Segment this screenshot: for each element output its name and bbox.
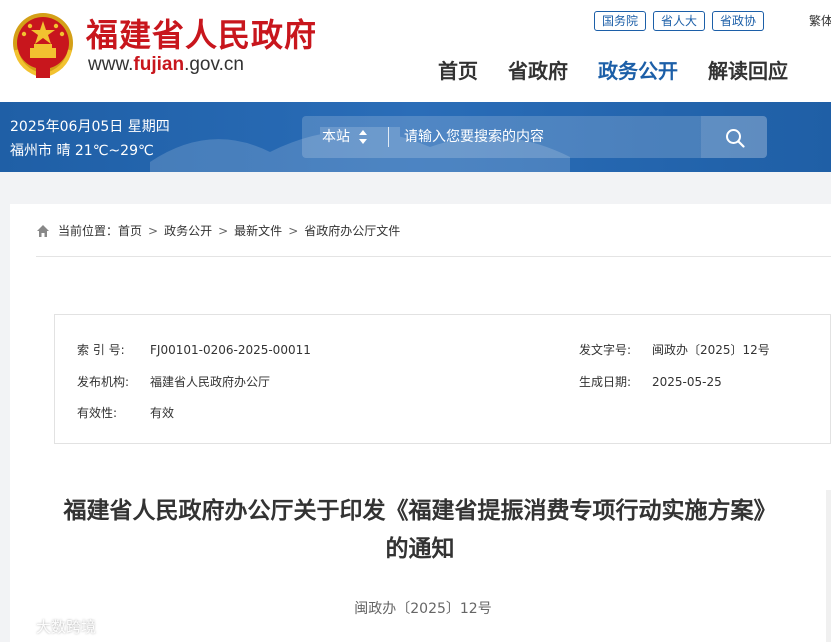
search-scope-select[interactable]: 本站 — [322, 116, 350, 158]
search-button[interactable] — [701, 116, 767, 158]
breadcrumb-chevron-icon: > — [148, 223, 159, 238]
meta-index-value: FJ00101-0206-2025-00011 — [150, 343, 311, 357]
traditional-chinese-toggle[interactable]: 繁体 — [809, 12, 831, 29]
meta-validity-value: 有效 — [150, 406, 175, 420]
nav-government-affairs[interactable]: 政务公开 — [598, 55, 678, 84]
meta-index-row: 索 引 号: FJ00101-0206-2025-00011 — [77, 341, 311, 358]
search-band: 2025年06月05日 星期四 福州市 晴 21℃~29℃ 本站 请输入您要搜索… — [0, 102, 831, 172]
watermark-text: 大数跨境 — [36, 618, 97, 636]
breadcrumb-chevron-icon: > — [218, 223, 229, 238]
url-suffix: .gov.cn — [184, 54, 244, 75]
home-icon — [37, 224, 49, 237]
meta-date-row: 生成日期: 2025-05-25 — [579, 373, 722, 390]
meta-doc-no-row: 发文字号: 闽政办〔2025〕12号 — [579, 341, 770, 358]
breadcrumb: 当前位置： 首页 > 政务公开 > 最新文件 > 省政府办公厅文件 — [36, 222, 400, 239]
nav-home[interactable]: 首页 — [438, 55, 478, 84]
nav-provincial-government[interactable]: 省政府 — [508, 55, 568, 84]
meta-doc-no-value: 闽政办〔2025〕12号 — [652, 343, 770, 357]
meta-publisher-label: 发布机构: — [77, 375, 130, 389]
breadcrumb-chevron-icon: > — [288, 223, 299, 238]
breadcrumb-home[interactable]: 首页 — [118, 222, 142, 239]
site-header: 福建省人民政府 www.fujian.gov.cn 国务院 省人大 省政协 繁体… — [0, 0, 831, 102]
search-icon — [726, 129, 745, 148]
national-emblem-icon[interactable] — [10, 10, 76, 80]
breadcrumb-office-documents[interactable]: 省政府办公厅文件 — [304, 222, 400, 239]
current-date: 2025年06月05日 星期四 — [10, 119, 170, 135]
search-box: 本站 请输入您要搜索的内容 — [302, 116, 767, 158]
meta-date-value: 2025-05-25 — [652, 375, 722, 389]
nav-interpretation[interactable]: 解读回应 — [708, 55, 788, 84]
top-link-provincial-congress[interactable]: 省人大 — [653, 11, 706, 31]
site-url[interactable]: www.fujian.gov.cn — [88, 54, 244, 76]
meta-validity-row: 有效性: 有效 — [77, 404, 174, 421]
top-links: 国务院 省人大 省政协 — [594, 11, 765, 31]
meta-date-label: 生成日期: — [579, 375, 632, 389]
content-card: 当前位置： 首页 > 政务公开 > 最新文件 > 省政府办公厅文件 索 引 号:… — [10, 204, 831, 642]
sort-arrows-icon[interactable] — [358, 129, 368, 145]
meta-validity-label: 有效性: — [77, 406, 118, 420]
document-title: 福建省人民政府办公厅关于印发《福建省提振消费专项行动实施方案》的通知 — [63, 498, 777, 562]
meta-publisher-row: 发布机构: 福建省人民政府办公厅 — [77, 373, 270, 390]
document-metadata-table: 索 引 号: FJ00101-0206-2025-00011 发文字号: 闽政办〔2… — [54, 314, 831, 444]
sidebar-edge — [826, 490, 831, 642]
meta-index-label: 索 引 号: — [77, 343, 125, 357]
search-input[interactable]: 请输入您要搜索的内容 — [404, 116, 544, 158]
top-link-state-council[interactable]: 国务院 — [594, 11, 647, 31]
breadcrumb-prefix: 当前位置： — [58, 224, 119, 238]
meta-doc-no-label: 发文字号: — [579, 343, 632, 357]
document-number: 闽政办〔2025〕12号 — [354, 601, 492, 617]
url-domain: fujian — [133, 54, 185, 75]
breadcrumb-government-affairs[interactable]: 政务公开 — [164, 222, 212, 239]
site-title[interactable]: 福建省人民政府 — [86, 10, 317, 56]
main-nav: 首页 省政府 政务公开 解读回应 — [438, 55, 818, 84]
top-link-provincial-cppcc[interactable]: 省政协 — [712, 11, 765, 31]
watermark-logo-icon — [10, 620, 30, 633]
divider — [36, 256, 831, 257]
search-divider — [388, 127, 389, 147]
meta-publisher-value: 福建省人民政府办公厅 — [150, 375, 271, 389]
watermark: 大数跨境 — [10, 616, 96, 637]
breadcrumb-latest-documents[interactable]: 最新文件 — [234, 222, 282, 239]
url-prefix: www. — [88, 54, 134, 75]
weather-info: 福州市 晴 21℃~29℃ — [10, 143, 154, 159]
